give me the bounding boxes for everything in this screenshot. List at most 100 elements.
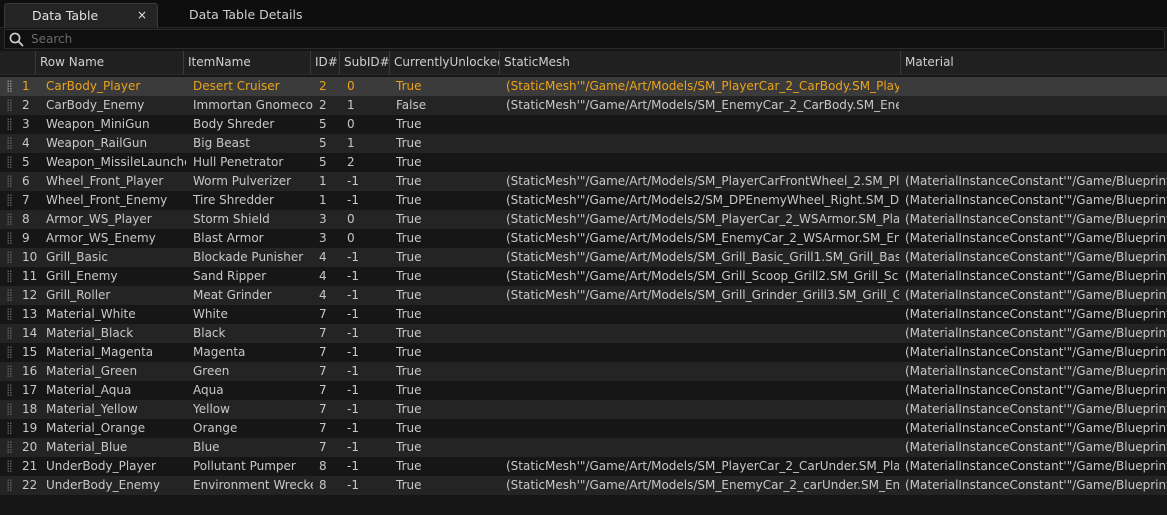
column-header-static-mesh[interactable]: StaticMesh xyxy=(500,51,901,75)
table-row[interactable]: 9 Armor_WS_Enemy Blast Armor 3 0 True (StaticM… xyxy=(0,229,1167,248)
drag-handle-icon[interactable] xyxy=(7,118,12,131)
drag-handle-icon[interactable] xyxy=(7,99,12,112)
drag-handle-icon[interactable] xyxy=(7,384,12,397)
table-row[interactable]: 6 Wheel_Front_Player Worm Pulverizer 1 -1 Tru… xyxy=(0,172,1167,191)
subid-cell: 1 xyxy=(347,136,355,150)
static-mesh-cell xyxy=(502,305,899,324)
row-index: 15 xyxy=(22,345,38,359)
column-header-currently-unlocked[interactable]: CurrentlyUnlocked xyxy=(390,51,500,75)
table-row[interactable]: 4 Weapon_RailGun Big Beast 5 1 True xyxy=(0,134,1167,153)
column-header-subid[interactable]: SubID# xyxy=(340,51,390,75)
subid-cell: 0 xyxy=(347,79,355,93)
row-name-cell: Material_White xyxy=(46,307,136,321)
currently-unlocked-cell: True xyxy=(396,117,422,131)
column-header-row-name[interactable]: Row Name xyxy=(36,51,184,75)
tab-data-table-details[interactable]: Data Table Details xyxy=(162,3,342,28)
drag-handle-icon[interactable] xyxy=(7,327,12,340)
search-input[interactable] xyxy=(31,31,1151,47)
material-cell: (MaterialInstanceConstant'"/Game/Bluepri… xyxy=(905,478,1167,492)
row-name-cell: Grill_Roller xyxy=(46,288,111,302)
drag-handle-icon[interactable] xyxy=(7,194,12,207)
drag-handle-icon[interactable] xyxy=(7,403,12,416)
table-row[interactable]: 16 Material_Green Green 7 -1 True (MaterialIns… xyxy=(0,362,1167,381)
drag-handle-icon[interactable] xyxy=(7,308,12,321)
table-row[interactable]: 1 CarBody_Player Desert Cruiser 2 0 True (Stat… xyxy=(0,77,1167,96)
row-name-cell: Wheel_Front_Player xyxy=(46,174,164,188)
material-cell: (MaterialInstanceConstant'"/Game/Bluepri… xyxy=(905,250,1167,264)
table-row[interactable]: 22 UnderBody_Enemy Environment Wrecker 8 -1 T… xyxy=(0,476,1167,495)
table-row[interactable]: 20 Material_Blue Blue 7 -1 True (MaterialInsta… xyxy=(0,438,1167,457)
table-row[interactable]: 8 Armor_WS_Player Storm Shield 3 0 True (Stati… xyxy=(0,210,1167,229)
drag-handle-icon[interactable] xyxy=(7,422,12,435)
table-row[interactable]: 15 Material_Magenta Magenta 7 -1 True (Materia… xyxy=(0,343,1167,362)
id-cell: 8 xyxy=(319,459,327,473)
row-index: 22 xyxy=(22,478,38,492)
subid-cell: -1 xyxy=(347,440,359,454)
table-row[interactable]: 19 Material_Orange Orange 7 -1 True (MaterialI… xyxy=(0,419,1167,438)
table-row[interactable]: 5 Weapon_MissileLauncher Hull Penetrator 5 2… xyxy=(0,153,1167,172)
table-row[interactable]: 14 Material_Black Black 7 -1 True (MaterialIns… xyxy=(0,324,1167,343)
table-row[interactable]: 13 Material_White White 7 -1 True (MaterialIns… xyxy=(0,305,1167,324)
id-cell: 7 xyxy=(319,383,327,397)
row-index: 4 xyxy=(22,136,30,150)
row-index: 10 xyxy=(22,250,38,264)
static-mesh-cell xyxy=(502,153,899,172)
column-header-item-name[interactable]: ItemName xyxy=(184,51,311,75)
drag-handle-icon[interactable] xyxy=(7,289,12,302)
table-row[interactable]: 17 Material_Aqua Aqua 7 -1 True (MaterialInsta… xyxy=(0,381,1167,400)
table-row[interactable]: 7 Wheel_Front_Enemy Tire Shredder 1 -1 True (S… xyxy=(0,191,1167,210)
item-name-cell: Blue xyxy=(193,440,220,454)
table-row[interactable]: 10 Grill_Basic Blockade Punisher 4 -1 True (St… xyxy=(0,248,1167,267)
currently-unlocked-cell: True xyxy=(396,79,422,93)
drag-handle-icon[interactable] xyxy=(7,175,12,188)
currently-unlocked-cell: True xyxy=(396,288,422,302)
table-row[interactable]: 12 Grill_Roller Meat Grinder 4 -1 True (Static… xyxy=(0,286,1167,305)
drag-handle-icon[interactable] xyxy=(7,232,12,245)
subid-cell: -1 xyxy=(347,345,359,359)
static-mesh-cell xyxy=(502,438,899,457)
drag-handle-icon[interactable] xyxy=(7,365,12,378)
row-index: 6 xyxy=(22,174,30,188)
material-cell: (MaterialInstanceConstant'"/Game/Bluepri… xyxy=(905,174,1167,188)
drag-handle-icon[interactable] xyxy=(7,251,12,264)
table-row[interactable]: 2 CarBody_Enemy Immortan Gnomecore 2 1 False (… xyxy=(0,96,1167,115)
tab-data-table[interactable]: Data Table × xyxy=(4,3,158,28)
drag-handle-icon[interactable] xyxy=(7,213,12,226)
row-name-cell: Material_Aqua xyxy=(46,383,132,397)
table-row[interactable]: 21 UnderBody_Player Pollutant Pumper 8 -1 Tru… xyxy=(0,457,1167,476)
drag-handle-icon[interactable] xyxy=(7,460,12,473)
row-name-cell: Grill_Enemy xyxy=(46,269,118,283)
subid-cell: -1 xyxy=(347,364,359,378)
data-table: Row Name ItemName ID# SubID# CurrentlyUn… xyxy=(0,51,1167,515)
id-cell: 7 xyxy=(319,421,327,435)
subid-cell: 1 xyxy=(347,98,355,112)
id-cell: 2 xyxy=(319,98,327,112)
drag-handle-icon[interactable] xyxy=(7,441,12,454)
static-mesh-cell: (StaticMesh'"/Game/Art/Models/SM_PlayerC… xyxy=(506,212,899,226)
table-row[interactable]: 11 Grill_Enemy Sand Ripper 4 -1 True (StaticMe… xyxy=(0,267,1167,286)
column-header-material[interactable]: Material xyxy=(901,51,1167,75)
drag-handle-icon[interactable] xyxy=(7,80,12,93)
static-mesh-cell xyxy=(502,400,899,419)
drag-handle-icon[interactable] xyxy=(7,270,12,283)
drag-handle-icon[interactable] xyxy=(7,156,12,169)
id-cell: 7 xyxy=(319,307,327,321)
material-cell: (MaterialInstanceConstant'"/Game/Bluepri… xyxy=(905,421,1167,435)
static-mesh-cell xyxy=(502,362,899,381)
drag-handle-icon[interactable] xyxy=(7,137,12,150)
subid-cell: -1 xyxy=(347,459,359,473)
table-row[interactable]: 18 Material_Yellow Yellow 7 -1 True (MaterialI… xyxy=(0,400,1167,419)
close-icon[interactable]: × xyxy=(137,4,147,27)
subid-cell: -1 xyxy=(347,478,359,492)
item-name-cell: Black xyxy=(193,326,226,340)
material-cell: (MaterialInstanceConstant'"/Game/Bluepri… xyxy=(905,402,1167,416)
table-row[interactable]: 3 Weapon_MiniGun Body Shreder 5 0 True xyxy=(0,115,1167,134)
row-name-cell: Material_Black xyxy=(46,326,134,340)
header-grip-column xyxy=(0,51,36,75)
drag-handle-icon[interactable] xyxy=(7,479,12,492)
row-name-cell: CarBody_Player xyxy=(46,79,141,93)
drag-handle-icon[interactable] xyxy=(7,346,12,359)
id-cell: 5 xyxy=(319,155,327,169)
column-header-id[interactable]: ID# xyxy=(311,51,340,75)
search-box[interactable] xyxy=(4,29,1165,49)
